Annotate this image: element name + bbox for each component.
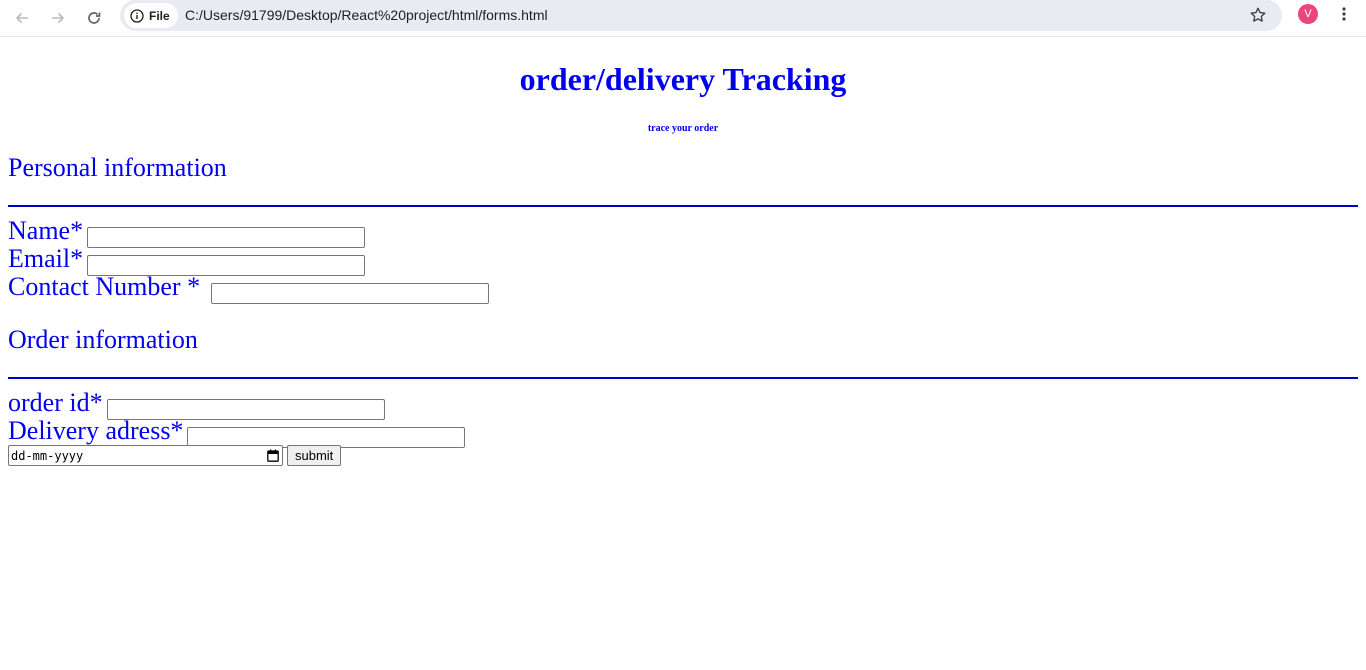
delivery-address-row: Delivery adress*	[8, 416, 1358, 448]
calendar-icon[interactable]	[267, 449, 279, 462]
browser-toolbar: File C:/Users/91799/Desktop/React%20proj…	[0, 0, 1366, 37]
more-vertical-icon	[1342, 7, 1346, 21]
contact-number-row: Contact Number *	[8, 272, 1358, 304]
reload-icon	[88, 12, 101, 24]
delivery-address-label: Delivery adress*	[8, 416, 184, 445]
contact-number-input[interactable]	[210, 283, 489, 304]
reload-button[interactable]	[80, 4, 108, 32]
date-input[interactable]: dd-mm-yyyy	[8, 445, 283, 466]
arrow-left-icon	[15, 12, 28, 24]
section-divider	[8, 205, 1358, 207]
date-submit-row: dd-mm-yyyy submit	[8, 445, 1358, 467]
order-id-row: order id*	[8, 388, 1358, 420]
email-row: Email*	[8, 244, 1358, 276]
info-icon	[130, 8, 144, 23]
email-label: Email*	[8, 244, 84, 273]
back-button[interactable]	[8, 4, 36, 32]
page-content: order/delivery Tracking trace your order…	[0, 61, 1366, 467]
site-chip-label: File	[149, 8, 170, 23]
address-bar[interactable]: File C:/Users/91799/Desktop/React%20proj…	[120, 0, 1282, 31]
forward-button[interactable]	[44, 4, 72, 32]
bookmark-button[interactable]	[1248, 5, 1268, 25]
arrow-right-icon	[52, 12, 65, 24]
profile-avatar[interactable]: V	[1298, 4, 1318, 24]
section-divider	[8, 377, 1358, 379]
star-icon	[1250, 7, 1266, 22]
page-subtitle: trace your order	[647, 123, 719, 134]
site-info-chip[interactable]: File	[124, 3, 178, 28]
url-text[interactable]: C:/Users/91799/Desktop/React%20project/h…	[185, 7, 548, 23]
contact-number-label: Contact Number *	[8, 272, 201, 301]
order-id-label: order id*	[8, 388, 103, 417]
browser-menu-button[interactable]	[1334, 4, 1354, 24]
name-row: Name*	[8, 216, 1358, 248]
submit-button[interactable]: submit	[287, 445, 342, 466]
personal-info-heading: Personal information	[8, 153, 227, 182]
order-info-heading: Order information	[8, 325, 198, 354]
name-label: Name*	[8, 216, 84, 245]
date-placeholder: dd-mm-yyyy	[11, 449, 84, 463]
page-title: order/delivery Tracking	[519, 61, 847, 97]
